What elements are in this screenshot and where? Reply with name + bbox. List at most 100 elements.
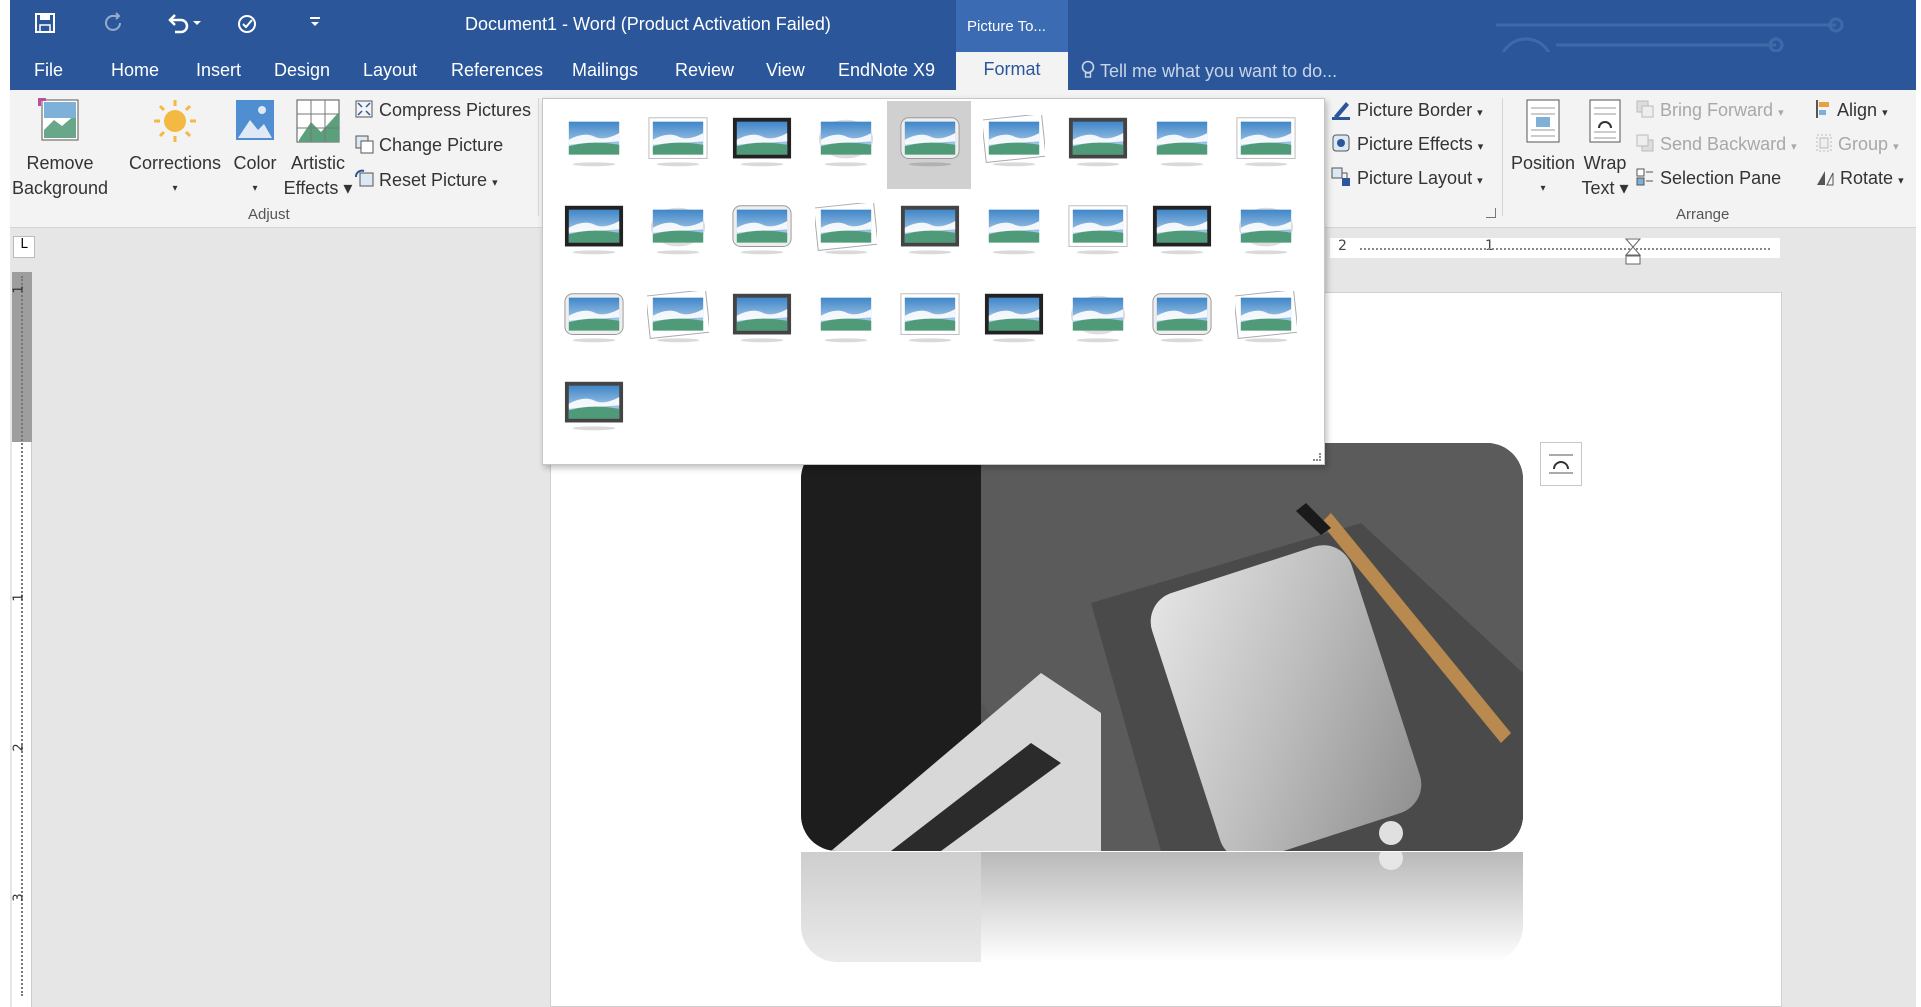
picture-style-6[interactable]	[971, 101, 1055, 189]
horizontal-ruler: 2 1	[1330, 238, 1780, 265]
picture-style-19[interactable]	[551, 277, 635, 365]
save-icon[interactable]	[34, 12, 56, 40]
tab-file[interactable]: File	[34, 60, 63, 81]
tab-format[interactable]: Format	[956, 52, 1068, 90]
tab-view[interactable]: View	[766, 60, 805, 81]
picture-style-thumbnail-icon	[820, 297, 872, 343]
picture-style-thumbnail-icon	[1238, 207, 1294, 255]
tab-insert[interactable]: Insert	[196, 60, 241, 81]
picture-style-26[interactable]	[1139, 277, 1223, 365]
tell-me-search[interactable]: Tell me what you want to do...	[1080, 60, 1337, 82]
undo-icon[interactable]	[165, 12, 205, 40]
picture-border-button[interactable]: Picture Border ▾	[1330, 98, 1483, 121]
picture-style-thumbnail-icon	[1068, 205, 1128, 255]
tab-review[interactable]: Review	[675, 60, 734, 81]
corrections-button[interactable]: Corrections ▾	[120, 98, 230, 201]
picture-layout-label: Picture Layout	[1357, 168, 1473, 188]
picture-style-8[interactable]	[1139, 101, 1223, 189]
picture-style-21[interactable]	[719, 277, 803, 365]
chevron-down-icon: ▾	[1893, 141, 1899, 153]
picture-effects-icon	[1332, 134, 1350, 152]
picture-styles-gallery[interactable]	[542, 98, 1325, 465]
picture-style-13[interactable]	[803, 189, 887, 277]
remove-background-icon	[38, 98, 79, 141]
chevron-down-icon: ▾	[1791, 141, 1797, 153]
picture-style-12[interactable]	[719, 189, 803, 277]
sun-icon	[154, 100, 196, 142]
picture-style-thumbnail-icon	[1068, 117, 1128, 167]
picture-style-1[interactable]	[551, 101, 635, 189]
picture-style-15[interactable]	[971, 189, 1055, 277]
picture-style-3[interactable]	[719, 101, 803, 189]
tab-design[interactable]: Design	[274, 60, 330, 81]
picture-style-thumbnail-icon	[1070, 295, 1126, 343]
picture-style-2[interactable]	[635, 101, 719, 189]
chevron-down-icon: ▾	[492, 177, 498, 189]
picture-style-11[interactable]	[635, 189, 719, 277]
align-button[interactable]: Align ▾	[1815, 99, 1888, 121]
compress-pictures-button[interactable]: Compress Pictures	[354, 99, 531, 121]
selection-pane-button[interactable]: Selection Pane	[1635, 167, 1781, 189]
ruler-label: 2	[11, 743, 27, 752]
picture-style-24[interactable]	[971, 277, 1055, 365]
contextual-tab-header: Picture To...	[956, 0, 1068, 52]
indent-marker-icon[interactable]	[1625, 238, 1641, 266]
tab-endnote[interactable]: EndNote X9	[838, 60, 935, 81]
chevron-down-icon: ▾	[1882, 107, 1888, 119]
wrap-text-label-1: Wrap	[1583, 153, 1627, 173]
remove-background-button[interactable]: Remove Background	[10, 98, 110, 201]
picture-style-9[interactable]	[1223, 101, 1307, 189]
picture-effects-button[interactable]: Picture Effects ▾	[1330, 132, 1483, 155]
picture-style-25[interactable]	[1055, 277, 1139, 365]
wrap-text-icon	[1589, 99, 1621, 143]
chevron-down-icon: ▾	[172, 183, 178, 194]
picture-style-14[interactable]	[887, 189, 971, 277]
picture-style-4[interactable]	[803, 101, 887, 189]
picture-style-10[interactable]	[551, 189, 635, 277]
wrap-text-button[interactable]: Wrap Text ▾	[1572, 98, 1638, 201]
change-picture-button[interactable]: Change Picture	[354, 134, 503, 156]
customize-icon[interactable]	[308, 12, 322, 40]
tab-references[interactable]: References	[451, 60, 543, 81]
picture-style-22[interactable]	[803, 277, 887, 365]
send-backward-button[interactable]: Send Backward ▾	[1635, 133, 1797, 155]
dialog-launcher-icon[interactable]	[1486, 208, 1496, 218]
picture-style-thumbnail-icon	[647, 291, 709, 343]
picture-effects-label: Picture Effects	[1357, 134, 1473, 154]
touch-mode-icon[interactable]	[234, 12, 260, 40]
picture-style-16[interactable]	[1055, 189, 1139, 277]
picture-style-7[interactable]	[1055, 101, 1139, 189]
position-label: Position	[1510, 153, 1576, 173]
group-label-arrange: Arrange	[1676, 206, 1730, 223]
layout-options-icon	[1549, 454, 1573, 474]
artistic-effects-button[interactable]: Artistic Effects ▾	[278, 98, 358, 201]
bring-forward-button[interactable]: Bring Forward ▾	[1635, 99, 1784, 121]
picture-style-18[interactable]	[1223, 189, 1307, 277]
position-button[interactable]: Position ▾	[1506, 98, 1580, 201]
reset-picture-button[interactable]: Reset Picture ▾	[354, 169, 498, 191]
picture-style-thumbnail-icon	[1156, 121, 1208, 167]
selected-picture[interactable]	[801, 443, 1523, 851]
chevron-down-icon: ▾	[1477, 107, 1483, 119]
redo-icon[interactable]	[103, 12, 125, 40]
chevron-down-icon: ▾	[1778, 107, 1784, 119]
align-label: Align	[1837, 100, 1878, 120]
rotate-button[interactable]: Rotate ▾	[1815, 167, 1904, 189]
tab-mailings[interactable]: Mailings	[572, 60, 638, 81]
picture-layout-button[interactable]: Picture Layout ▾	[1330, 166, 1483, 189]
picture-style-thumbnail-icon	[900, 117, 960, 167]
picture-style-28[interactable]	[551, 365, 635, 453]
picture-style-17[interactable]	[1139, 189, 1223, 277]
layout-options-button[interactable]	[1540, 442, 1582, 486]
tab-home[interactable]: Home	[111, 60, 159, 81]
picture-style-5[interactable]	[887, 101, 971, 189]
picture-style-thumbnail-icon	[988, 209, 1040, 255]
group-button[interactable]: Group ▾	[1815, 133, 1899, 155]
selection-pane-icon	[1636, 168, 1653, 186]
picture-style-27[interactable]	[1223, 277, 1307, 365]
picture-style-20[interactable]	[635, 277, 719, 365]
resize-grip-icon[interactable]	[1313, 453, 1321, 461]
tab-stop-selector[interactable]: L	[13, 236, 35, 258]
tab-layout[interactable]: Layout	[363, 60, 417, 81]
picture-style-23[interactable]	[887, 277, 971, 365]
